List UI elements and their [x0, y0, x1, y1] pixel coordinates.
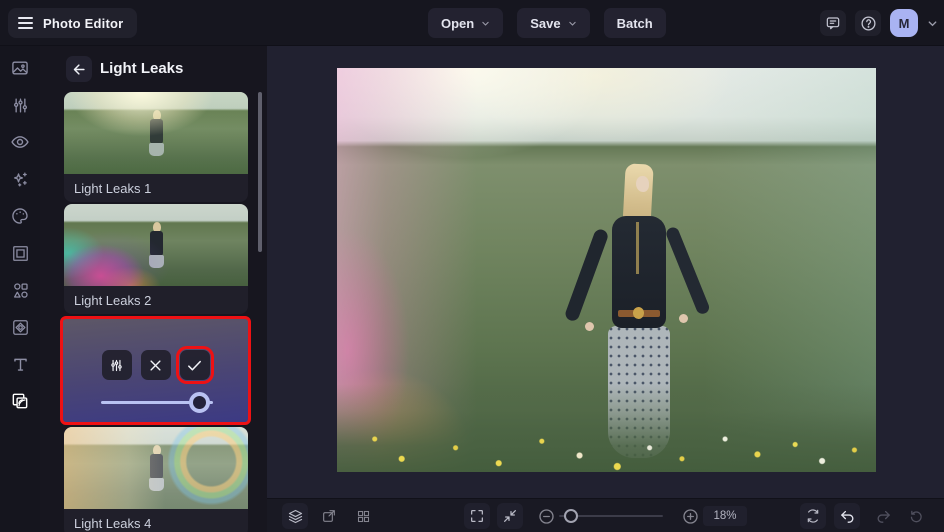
effect-card-light-leaks-4[interactable]: Light Leaks 4: [64, 427, 248, 532]
ornate-frame-icon: [12, 319, 28, 335]
sidebar-tool-artsy[interactable]: [9, 205, 31, 227]
photo-editor-window: Photo Editor Open Save Batch M Light Lea…: [0, 0, 944, 532]
intensity-slider-thumb[interactable]: [188, 392, 210, 413]
canvas-area: 18%: [267, 46, 944, 532]
layers-icon: [288, 509, 302, 523]
effect-list: Light Leaks 1 Light Leaks 2 Light Leaks …: [60, 92, 251, 532]
sidebar-tool-photo[interactable]: [9, 57, 31, 79]
back-arrow-icon: [73, 63, 85, 75]
effect-card-light-leaks-2[interactable]: Light Leaks 2: [64, 204, 248, 314]
history-reset-button[interactable]: [902, 503, 928, 529]
effect-label: Light Leaks 2: [64, 286, 248, 314]
avatar[interactable]: M: [890, 9, 918, 37]
apply-effect-button[interactable]: [175, 346, 214, 384]
grid-button[interactable]: [350, 503, 376, 529]
undo-icon: [840, 510, 853, 523]
overlap-squares-icon: [12, 393, 28, 409]
help-button[interactable]: [855, 10, 881, 36]
undo-button[interactable]: [834, 503, 860, 529]
hamburger-icon: [18, 17, 33, 29]
effect-label: Light Leaks 4: [64, 509, 248, 532]
resize-button[interactable]: [316, 503, 342, 529]
effect-controls: [63, 346, 248, 384]
photo-icon: [12, 61, 28, 75]
bottom-toolbar: 18%: [267, 498, 944, 532]
compare-icon: [807, 509, 819, 523]
sparkles-icon: [13, 172, 27, 187]
shapes-icon: [13, 282, 28, 298]
app-title: Photo Editor: [43, 15, 124, 31]
account-chevron-down-icon[interactable]: [927, 18, 938, 29]
canvas-image[interactable]: [337, 68, 876, 472]
panel-title: Light Leaks: [100, 60, 184, 77]
zoom-in-button[interactable]: [677, 503, 703, 529]
eye-icon: [11, 136, 29, 148]
effect-thumbnail: [64, 204, 248, 286]
palette-icon: [12, 208, 28, 224]
back-button[interactable]: [66, 56, 92, 82]
zoom-in-icon: [682, 508, 698, 524]
redo-button[interactable]: [870, 503, 896, 529]
batch-button[interactable]: Batch: [603, 8, 666, 38]
sidebar-tool-textures[interactable]: [9, 390, 31, 412]
zoom-slider-thumb[interactable]: [564, 509, 579, 523]
cancel-effect-button[interactable]: [140, 350, 171, 380]
settings-sliders-icon: [111, 359, 122, 371]
effect-card-light-leaks-1[interactable]: Light Leaks 1: [64, 92, 248, 202]
top-bar: Photo Editor Open Save Batch M: [0, 0, 944, 46]
cancel-x-icon: [150, 359, 161, 371]
sidebar-tool-frames[interactable]: [9, 242, 31, 264]
effects-panel: Light Leaks Light Leaks 1 Light Leaks 2: [40, 46, 267, 532]
sidebar-tool-overlays[interactable]: [9, 316, 31, 338]
tools-sidebar: [0, 46, 40, 532]
grid-icon: [357, 510, 369, 522]
sidebar-tool-touch-up[interactable]: [9, 131, 31, 153]
redo-icon: [877, 510, 890, 523]
effect-thumbnail: [64, 427, 248, 509]
fit-screen-icon: [504, 510, 516, 522]
apply-check-icon: [188, 360, 201, 371]
zoom-out-button[interactable]: [533, 503, 559, 529]
effect-intensity-slider[interactable]: [101, 392, 213, 413]
zoom-percent-field[interactable]: 18%: [703, 506, 747, 526]
sidebar-tool-text[interactable]: [9, 353, 31, 375]
chevron-down-icon: [568, 21, 576, 26]
layers-button[interactable]: [282, 503, 308, 529]
open-button[interactable]: Open: [428, 8, 504, 38]
main-menu-button[interactable]: Photo Editor: [8, 8, 138, 38]
compare-button[interactable]: [800, 503, 826, 529]
selected-effect-card[interactable]: [60, 316, 251, 425]
effect-settings-button[interactable]: [101, 350, 132, 380]
text-icon: [13, 358, 27, 371]
effect-label: Light Leaks 1: [64, 174, 248, 202]
comment-icon: [826, 17, 840, 30]
panel-header: Light Leaks: [40, 46, 267, 92]
fullscreen-button[interactable]: [464, 503, 490, 529]
feedback-button[interactable]: [820, 10, 846, 36]
zoom-slider[interactable]: [559, 506, 663, 526]
sliders-icon: [13, 97, 27, 113]
sidebar-tool-graphics[interactable]: [9, 279, 31, 301]
sidebar-tool-adjust[interactable]: [9, 94, 31, 116]
effect-thumbnail: [64, 92, 248, 174]
account-area: M: [820, 9, 938, 37]
frame-icon: [12, 245, 28, 261]
zoom-out-icon: [538, 508, 554, 524]
fit-to-screen-button[interactable]: [497, 503, 523, 529]
fullscreen-icon: [471, 510, 483, 522]
resize-icon: [323, 510, 335, 522]
file-actions: Open Save Batch: [428, 8, 666, 38]
save-button[interactable]: Save: [517, 8, 590, 38]
sidebar-tool-effects[interactable]: [9, 168, 31, 190]
history-icon: [910, 510, 922, 522]
chevron-down-icon: [482, 21, 489, 26]
help-icon: [860, 15, 876, 31]
panel-scrollbar[interactable]: [258, 92, 262, 252]
